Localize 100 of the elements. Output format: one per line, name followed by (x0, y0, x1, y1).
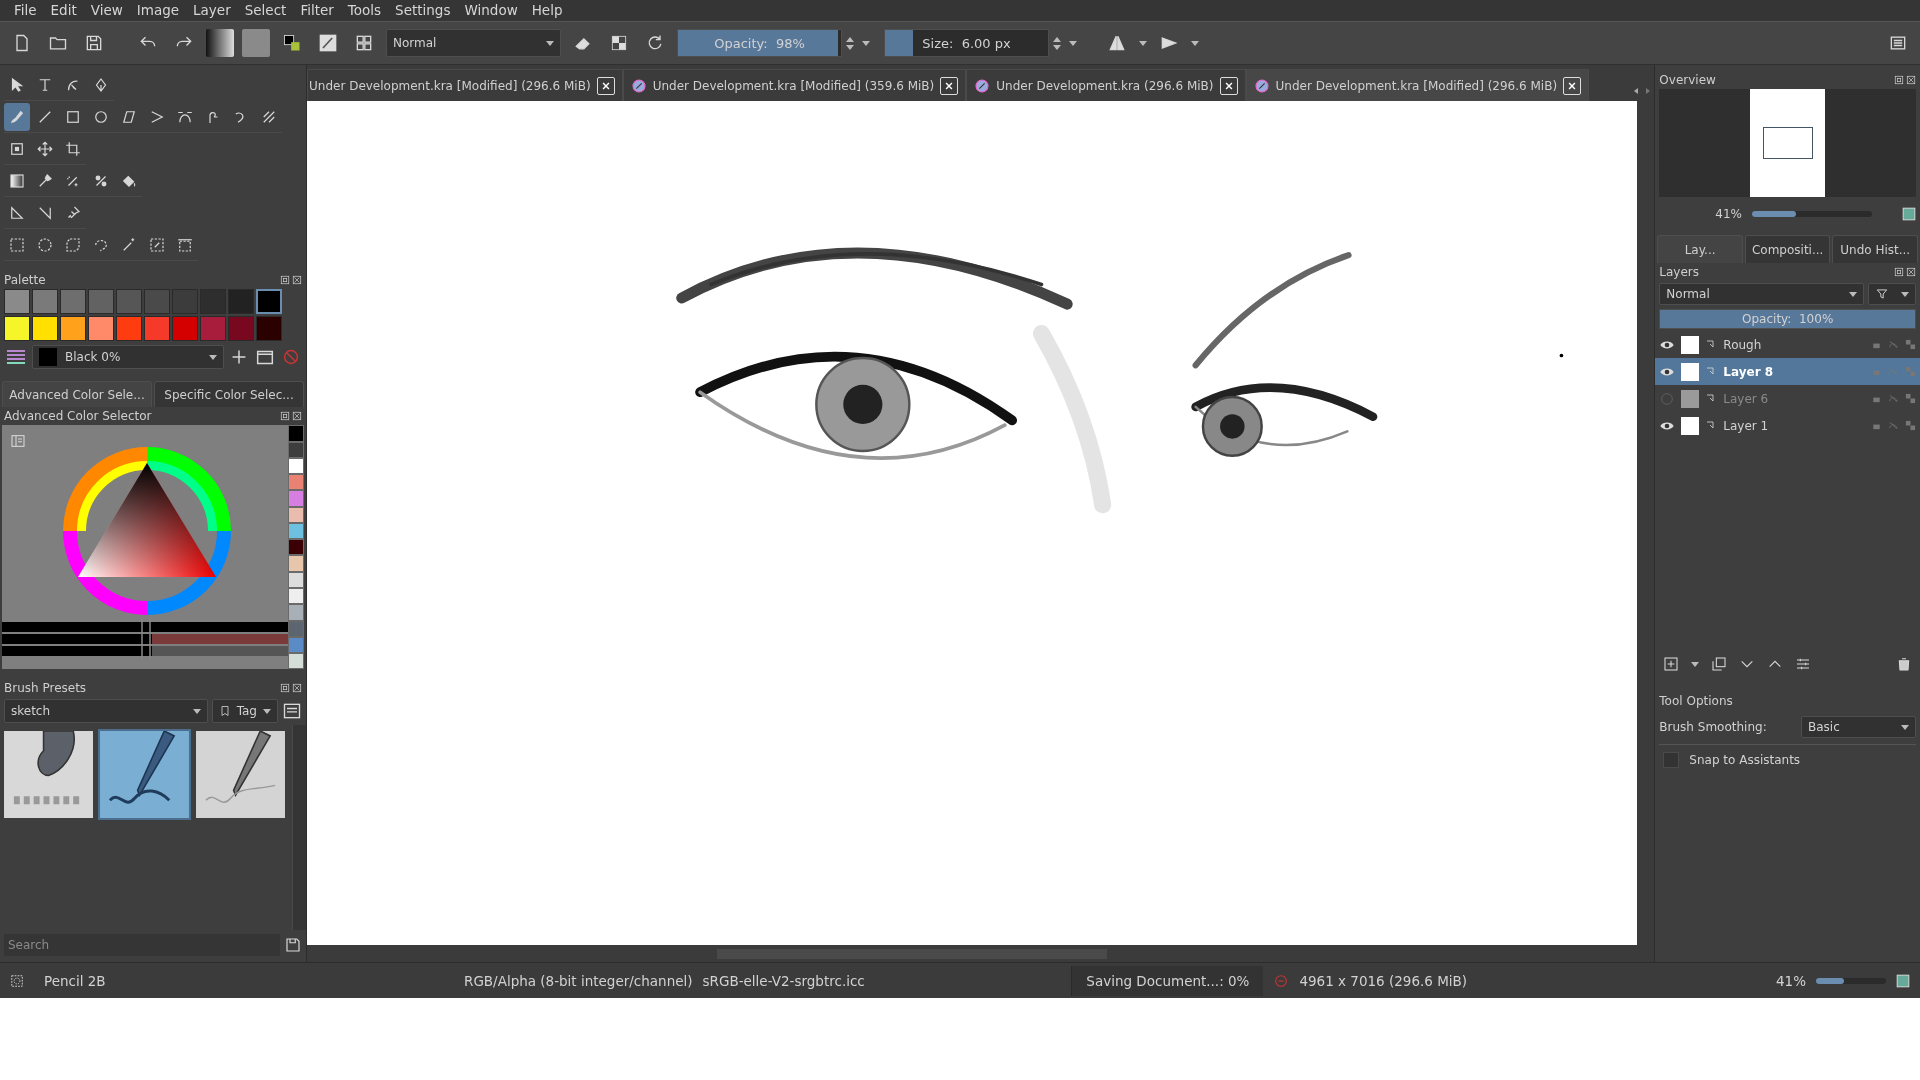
menu-item[interactable]: Select (238, 2, 293, 19)
recent-color-swatch[interactable] (288, 425, 304, 442)
close-icon[interactable] (292, 275, 302, 286)
menu-item[interactable]: Edit (44, 2, 83, 19)
docker-tab[interactable]: Undo Hist... (1832, 235, 1918, 264)
pattern-swatch[interactable] (242, 29, 270, 58)
color-swatch[interactable] (256, 316, 282, 342)
overview-page-thumbnail[interactable] (1750, 89, 1826, 198)
close-icon[interactable] (596, 76, 615, 95)
recent-color-swatch[interactable] (288, 490, 304, 507)
color-swatch[interactable] (4, 316, 30, 342)
blend-mode-dropdown[interactable]: Normal (1659, 283, 1864, 306)
layer-row[interactable]: Layer 8 (1655, 358, 1920, 386)
checkerboard-icon[interactable] (1905, 366, 1916, 378)
brush-preset-thumbnail[interactable] (4, 731, 93, 819)
brush-preset-thumbnail[interactable] (100, 731, 189, 819)
close-icon[interactable] (292, 683, 302, 694)
close-icon[interactable] (292, 411, 302, 422)
menu-item[interactable]: Help (525, 2, 569, 19)
save-icon[interactable] (284, 936, 302, 955)
gradient-swatch[interactable] (206, 29, 234, 58)
float-icon[interactable] (1894, 267, 1904, 278)
color-dropdown[interactable]: Black 0% (32, 345, 224, 370)
close-icon[interactable] (1563, 76, 1582, 95)
color-swatch[interactable] (144, 289, 170, 315)
checkerboard-icon[interactable] (1905, 393, 1916, 405)
color-swatch[interactable] (32, 289, 58, 315)
document-tab[interactable]: Under Development.kra (296.6 MiB) (966, 69, 1246, 102)
recent-color-swatch[interactable] (288, 555, 304, 572)
recent-color-swatch[interactable] (288, 653, 304, 670)
paintbrush-icon[interactable] (4, 103, 30, 132)
color-swatch[interactable] (88, 316, 114, 342)
vertical-scrollbar[interactable] (292, 725, 306, 931)
color-swatch[interactable] (144, 316, 170, 342)
close-icon[interactable] (1906, 267, 1916, 278)
color-swatch[interactable] (228, 316, 254, 342)
docker-tab[interactable]: Advanced Color Sele... (2, 381, 152, 408)
layer-row[interactable]: Layer 1 (1655, 412, 1920, 440)
document-tab[interactable]: Under Development.kra [Modified] (296.6 MiB) (307, 69, 623, 102)
layer-thumbnail (1681, 335, 1700, 354)
layer-name: Rough (1723, 337, 1763, 352)
trash-icon[interactable] (1896, 656, 1912, 673)
color-swatch[interactable] (60, 316, 86, 342)
zoom-slider[interactable] (1752, 211, 1872, 218)
docker-title: Brush Presets (4, 681, 87, 696)
docker-tab[interactable]: Lay... (1657, 235, 1743, 264)
document-tab[interactable]: Under Development.kra [Modified] (296.6 MiB) (1245, 69, 1590, 102)
tag-button[interactable]: Tag (211, 699, 278, 724)
float-icon[interactable] (280, 683, 290, 694)
color-swatch[interactable] (116, 289, 142, 315)
tag-dropdown[interactable]: sketch (4, 699, 208, 724)
add-layer-icon[interactable] (1663, 656, 1680, 673)
checkerboard-icon[interactable] (1905, 420, 1916, 432)
color-swatch[interactable] (88, 289, 114, 315)
color-swatch[interactable] (4, 289, 30, 315)
close-icon[interactable] (1906, 75, 1916, 86)
recent-color-swatch[interactable] (288, 604, 304, 621)
color-swatch[interactable] (32, 316, 58, 342)
docker-tab[interactable]: Specific Color Selec... (154, 381, 304, 408)
checkerboard-icon[interactable] (1905, 339, 1916, 351)
menu-item[interactable]: Layer (187, 2, 237, 19)
color-swatch[interactable] (60, 289, 86, 315)
zoom-slider[interactable] (1816, 977, 1886, 984)
color-swatch[interactable] (256, 289, 282, 315)
recent-color-swatch[interactable] (288, 474, 304, 491)
menu-item[interactable]: View (84, 2, 129, 19)
float-icon[interactable] (1894, 75, 1904, 86)
close-icon[interactable] (940, 76, 959, 95)
image-dimensions: 4961 x 7016 (296.6 MiB) (1299, 972, 1469, 989)
document-tab[interactable]: Under Development.kra [Modified] (359.6 MiB) (622, 69, 967, 102)
recent-color-swatch[interactable] (288, 588, 304, 605)
docker-tab[interactable]: Compositi... (1744, 235, 1831, 264)
document-title: Under Development.kra [Modified] (296.6 MiB) (1275, 78, 1558, 93)
menu-item[interactable]: Tools (341, 2, 388, 19)
blend-mode-dropdown[interactable]: Normal (386, 29, 561, 58)
layer-thumbnail (1681, 362, 1700, 381)
color-swatch[interactable] (200, 316, 226, 342)
brush-preset-thumbnail[interactable] (196, 731, 285, 819)
docker-title: Overview (1659, 73, 1716, 88)
color-swatch[interactable] (228, 289, 254, 315)
menu-item[interactable]: File (8, 2, 43, 19)
color-swatch[interactable] (172, 316, 198, 342)
menu-item[interactable]: Filter (294, 2, 340, 19)
selection-icon[interactable] (10, 973, 24, 988)
duplicate-icon[interactable] (1711, 656, 1728, 673)
layer-row[interactable]: Rough (1655, 331, 1920, 359)
float-icon[interactable] (280, 411, 290, 422)
filter-button[interactable] (1868, 283, 1916, 306)
search-field[interactable]: Search (4, 934, 280, 957)
menu-item[interactable]: Window (458, 2, 524, 19)
menu-item[interactable]: Settings (389, 2, 457, 19)
float-icon[interactable] (280, 275, 290, 286)
close-icon[interactable] (1219, 76, 1238, 95)
zoom-level: 41% (1715, 207, 1742, 222)
recent-color-swatch[interactable] (288, 539, 304, 556)
color-swatch[interactable] (116, 316, 142, 342)
menu-item[interactable]: Image (130, 2, 186, 19)
fit-view-icon[interactable] (1896, 973, 1910, 988)
fit-view-icon[interactable] (1902, 207, 1916, 222)
brush-smoothing-dropdown[interactable]: Basic (1801, 716, 1916, 739)
